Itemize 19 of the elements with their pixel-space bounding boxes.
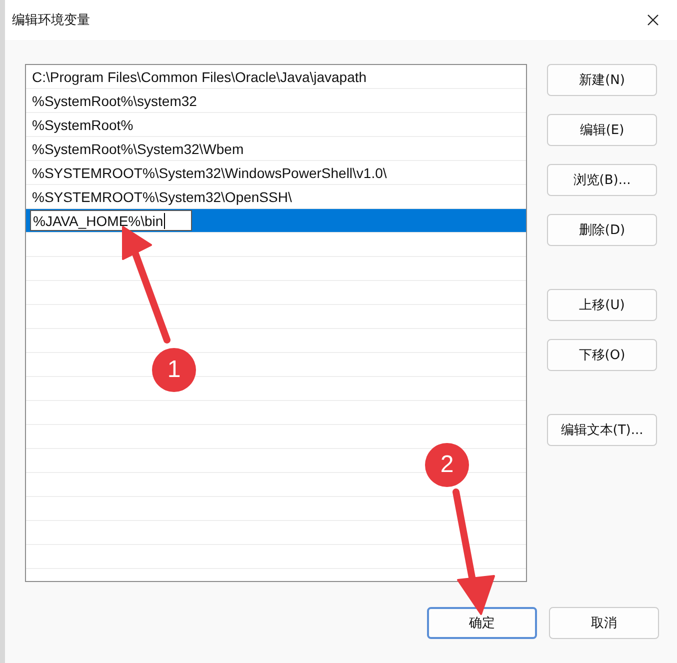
list-item[interactable]: %SystemRoot%\System32\Wbem (32, 140, 244, 156)
side-button[interactable]: 下移(O) (547, 339, 657, 371)
list-item[interactable]: C:\Program Files\Common Files\Oracle\Java\javapath (32, 68, 367, 84)
window-title: 编辑环境变量 (12, 12, 90, 29)
list-item[interactable]: %SystemRoot%\system32 (32, 92, 197, 108)
side-button[interactable]: 新建(N) (547, 64, 657, 96)
side-button[interactable]: 编辑文本(T)... (547, 414, 657, 446)
side-button[interactable]: 编辑(E) (547, 114, 657, 146)
close-icon[interactable] (647, 14, 659, 26)
cancel-button[interactable]: 取消 (549, 607, 659, 639)
ok-button[interactable]: 确定 (427, 607, 537, 639)
selected-row[interactable]: %JAVA_HOME%\bin (26, 209, 526, 233)
input-field[interactable]: %JAVA_HOME%\bin (30, 210, 192, 231)
side-button[interactable]: 浏览(B)... (547, 164, 657, 196)
list-item[interactable]: %SystemRoot% (32, 116, 134, 132)
list-item[interactable]: %SYSTEMROOT%\System32\WindowsPowerShell\v1.0\ (32, 164, 387, 180)
list-item[interactable]: %SYSTEMROOT%\System32\OpenSSH\ (32, 188, 292, 204)
side-button[interactable]: 删除(D) (547, 214, 657, 246)
side-button[interactable]: 上移(U) (547, 289, 657, 321)
